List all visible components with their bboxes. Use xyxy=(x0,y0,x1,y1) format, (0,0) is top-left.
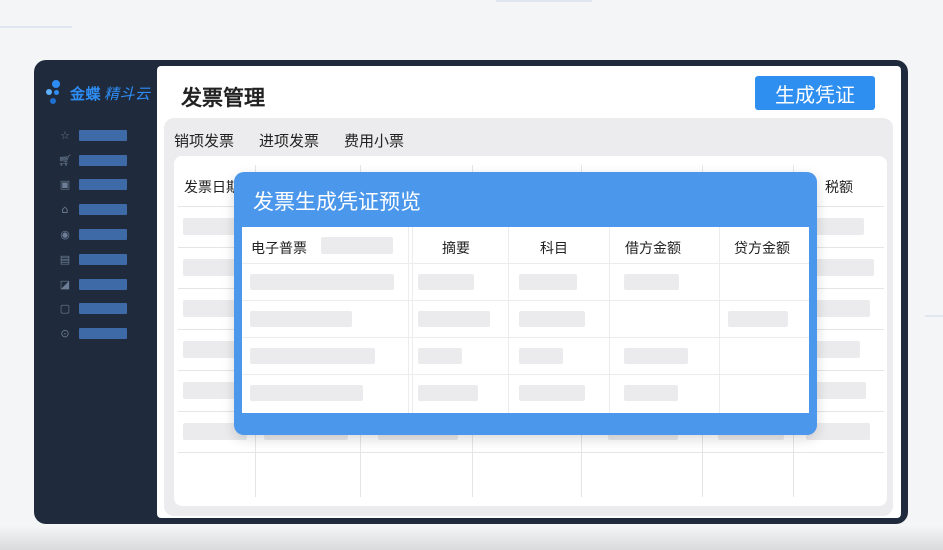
placeholder-cell xyxy=(418,348,462,364)
sidebar-item-label-placeholder xyxy=(79,179,127,191)
placeholder-cell xyxy=(250,385,363,401)
sidebar-item-4[interactable]: ⌂ xyxy=(58,197,127,222)
decor-line-top-center xyxy=(496,0,592,2)
target-icon: ◉ xyxy=(60,228,70,242)
cart-icon: 🛒︎ xyxy=(58,153,72,167)
sidebar-item-9[interactable]: ⊙ xyxy=(58,321,127,346)
column-header-account: 科目 xyxy=(540,241,568,257)
sidebar-item-8[interactable]: ▢ xyxy=(58,297,127,322)
voucher-preview-table: 电子普票 摘要 科目 借方金额 贷方金额 xyxy=(242,227,809,413)
decor-line-top-left xyxy=(0,26,72,28)
tab-expense-receipt[interactable]: 费用小票 xyxy=(344,130,404,151)
sidebar-item-label-placeholder xyxy=(79,154,127,166)
invoice-number-placeholder xyxy=(321,237,393,254)
modal-title: 发票生成凭证预览 xyxy=(253,190,421,214)
column-header-tax-amount: 税额 xyxy=(825,180,853,196)
document-icon: ▤ xyxy=(59,252,71,266)
sidebar-item-label-placeholder xyxy=(79,229,127,241)
placeholder-cell xyxy=(418,311,490,327)
tab-purchase-invoice[interactable]: 进项发票 xyxy=(259,130,319,151)
voucher-preview-modal: 发票生成凭证预览 电子普票 摘要 科目 借方金额 贷方金额 xyxy=(234,172,817,435)
sidebar-nav: ☆ 🛒︎ ▣ ⌂ ◉ ▤ ◪ ▢ ⊙ xyxy=(58,123,127,346)
sidebar-item-label-placeholder xyxy=(79,204,127,216)
sidebar-item-3[interactable]: ▣ xyxy=(58,173,127,198)
brand-logo[interactable]: 金蝶 精斗云 xyxy=(46,80,151,106)
sidebar-item-7[interactable]: ◪ xyxy=(58,272,127,297)
sidebar-item-label-placeholder xyxy=(79,328,127,340)
placeholder-cell xyxy=(624,274,679,290)
sidebar-item-label-placeholder xyxy=(79,278,127,290)
image-icon: ▣ xyxy=(59,178,71,192)
logo-mark-icon xyxy=(46,80,66,106)
column-header-e-invoice: 电子普票 xyxy=(251,241,307,257)
sidebar-item-label-placeholder xyxy=(79,253,127,265)
placeholder-cell xyxy=(519,274,577,290)
column-header-credit-amount: 贷方金额 xyxy=(734,241,790,257)
placeholder-cell xyxy=(519,311,585,327)
placeholder-cell xyxy=(418,385,478,401)
generate-voucher-button[interactable]: 生成凭证 xyxy=(755,76,875,110)
column-header-summary: 摘要 xyxy=(442,241,470,257)
sidebar-item-6[interactable]: ▤ xyxy=(58,247,127,272)
bottom-shadow xyxy=(0,526,943,550)
home-icon: ⌂ xyxy=(61,203,69,217)
column-header-invoice-date: 发票日期 xyxy=(184,180,240,196)
invoice-tabs: 销项发票 进项发票 费用小票 xyxy=(174,130,404,151)
sidebar-item-1[interactable]: ☆ xyxy=(58,123,127,148)
chart-icon: ◪ xyxy=(59,277,71,291)
sidebar-item-5[interactable]: ◉ xyxy=(58,222,127,247)
page-title: 发票管理 xyxy=(181,86,265,110)
settings-icon: ⊙ xyxy=(60,327,70,341)
placeholder-cell xyxy=(728,311,788,327)
star-icon: ☆ xyxy=(60,128,70,142)
tab-sales-invoice[interactable]: 销项发票 xyxy=(174,130,234,151)
column-header-debit-amount: 借方金额 xyxy=(625,241,681,257)
sidebar: 金蝶 精斗云 ☆ 🛒︎ ▣ ⌂ ◉ ▤ ◪ ▢ ⊙ xyxy=(34,60,156,524)
sidebar-item-label-placeholder xyxy=(79,129,127,141)
placeholder-cell xyxy=(519,385,585,401)
placeholder-cell xyxy=(250,274,394,290)
decor-line-right xyxy=(925,315,943,317)
placeholder-cell xyxy=(250,311,352,327)
placeholder-cell xyxy=(519,348,563,364)
placeholder-cell xyxy=(624,385,678,401)
placeholder-cell xyxy=(418,274,474,290)
placeholder-cell xyxy=(624,348,688,364)
brand-text: 金蝶 精斗云 xyxy=(70,84,151,103)
inbox-icon: ▢ xyxy=(59,302,71,316)
sidebar-item-2[interactable]: 🛒︎ xyxy=(58,148,127,173)
sidebar-item-label-placeholder xyxy=(79,303,127,315)
placeholder-cell xyxy=(250,348,375,364)
